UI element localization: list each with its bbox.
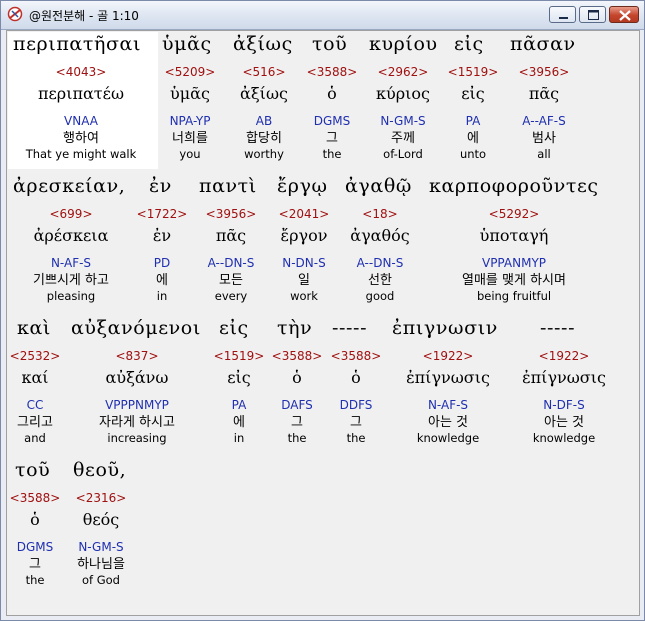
- greek-word[interactable]: ὑμᾶς: [162, 33, 212, 55]
- korean-gloss: 범사: [532, 131, 556, 146]
- parsing-code: N-DF-S: [543, 398, 585, 412]
- word-analysis-cell[interactable]: <5292> ὑποταγή VPPANMYP 열매를 맺게 하시며 being fru…: [439, 207, 589, 303]
- word-analysis-cell[interactable]: <1922> ἐπίγνωσις N-DF-S 아는 것 knowledge: [489, 349, 639, 445]
- korean-gloss: 아는 것: [543, 415, 584, 430]
- strongs-number: <3956>: [518, 65, 570, 79]
- greek-word[interactable]: ἔργῳ: [277, 175, 328, 197]
- korean-gloss: 선한: [368, 273, 392, 288]
- minimize-button[interactable]: [549, 6, 576, 23]
- word-analysis-cell[interactable]: <2316> θεός N-GM-S 하나님을 of God: [26, 491, 176, 587]
- greek-word[interactable]: εἰς: [219, 317, 249, 339]
- title-bar[interactable]: @원전분해 - 골 1:10: [1, 1, 644, 30]
- greek-word[interactable]: αὐξανόμενοι: [71, 317, 201, 339]
- greek-word[interactable]: πᾶσαν: [510, 33, 576, 55]
- strongs-number: <5292>: [488, 207, 540, 221]
- lemma: ἀγαθός: [350, 226, 410, 245]
- word-analysis-cell[interactable]: <3956> πᾶς A--AF-S 범사 all: [469, 65, 619, 161]
- strongs-number: <2316>: [75, 491, 127, 505]
- app-window: @원전분해 - 골 1:10 περιπατῆσαι ὑμᾶς ἀξίως τοῦ κυ…: [0, 0, 645, 621]
- parsing-code: A--AF-S: [522, 114, 566, 128]
- lemma: θεός: [82, 510, 120, 529]
- greek-word[interactable]: περιπατῆσαι: [13, 33, 141, 55]
- greek-word[interactable]: τοῦ: [312, 33, 347, 55]
- app-logo-icon: [7, 6, 23, 22]
- strongs-number: <18>: [362, 207, 398, 221]
- minimize-icon: [559, 17, 568, 19]
- strongs-number: <1922>: [538, 349, 590, 363]
- close-button[interactable]: [609, 6, 639, 23]
- maximize-button[interactable]: [579, 6, 606, 23]
- greek-word[interactable]: -----: [540, 317, 575, 339]
- greek-word[interactable]: τοῦ: [15, 459, 50, 481]
- greek-word[interactable]: καρποφοροῦντες: [429, 175, 599, 197]
- greek-word[interactable]: κυρίου: [369, 33, 438, 55]
- greek-word[interactable]: καὶ: [17, 317, 51, 339]
- greek-word[interactable]: ἀρεσκείαν,: [13, 175, 125, 197]
- greek-word[interactable]: εἰς: [454, 33, 484, 55]
- greek-word[interactable]: -----: [332, 317, 367, 339]
- english-gloss: good: [365, 289, 395, 303]
- lemma: ἐπίγνωσις: [522, 368, 606, 387]
- analysis-panel[interactable]: περιπατῆσαι ὑμᾶς ἀξίως τοῦ κυρίου εἰς πᾶσαν <40…: [6, 30, 640, 616]
- lemma: πᾶς: [528, 84, 560, 103]
- greek-word[interactable]: ἀξίως: [233, 33, 293, 55]
- greek-word[interactable]: παντὶ: [199, 175, 257, 197]
- greek-word[interactable]: θεοῦ,: [73, 459, 126, 481]
- close-icon: [619, 10, 631, 21]
- english-gloss: of God: [82, 573, 120, 587]
- greek-word[interactable]: ἀγαθῷ: [345, 175, 412, 197]
- lemma: ὑποταγή: [479, 226, 549, 245]
- english-gloss: all: [537, 147, 551, 161]
- greek-word[interactable]: τὴν: [277, 317, 312, 339]
- korean-gloss: 하나님을: [77, 557, 125, 572]
- greek-word[interactable]: ἐν: [149, 175, 172, 197]
- korean-gloss: 열매를 맺게 하시며: [462, 273, 566, 288]
- maximize-icon: [588, 10, 599, 20]
- english-gloss: knowledge: [532, 431, 596, 445]
- english-gloss: being fruitful: [476, 289, 552, 303]
- parsing-code: A--DN-S: [356, 256, 404, 270]
- parsing-code: N-GM-S: [78, 540, 124, 554]
- window-title: @원전분해 - 골 1:10: [29, 9, 139, 23]
- greek-word[interactable]: ἐπιγνωσιν: [392, 317, 498, 339]
- word-analysis-cell[interactable]: <18> ἀγαθός A--DN-S 선한 good: [305, 207, 455, 303]
- parsing-code: VPPANMYP: [481, 256, 547, 270]
